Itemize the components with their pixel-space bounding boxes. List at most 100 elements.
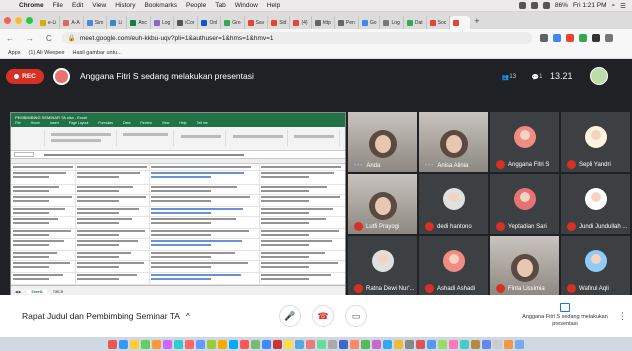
dock-app-icon[interactable] <box>482 339 491 349</box>
dock-app-icon[interactable] <box>174 339 183 349</box>
dock-app-icon[interactable] <box>152 339 161 349</box>
participant-tile[interactable]: ••• Anisa Alinia <box>419 112 488 172</box>
dock-app-icon[interactable] <box>471 339 480 349</box>
menu-help[interactable]: Help <box>267 2 280 9</box>
participant-tile[interactable]: Finta Lissimia <box>490 236 559 296</box>
dock-app-icon[interactable] <box>394 339 403 349</box>
dock-app-icon[interactable] <box>262 339 271 349</box>
browser-tab[interactable]: Pen <box>335 16 359 29</box>
forward-icon[interactable]: → <box>26 34 34 43</box>
dock-app-icon[interactable] <box>416 339 425 349</box>
browser-tab[interactable] <box>450 16 471 29</box>
dock-app-icon[interactable] <box>361 339 370 349</box>
spreadsheet-row[interactable] <box>11 273 345 285</box>
spreadsheet-row[interactable] <box>11 229 345 239</box>
back-icon[interactable]: ← <box>6 34 14 43</box>
browser-tab[interactable]: Onl <box>198 16 222 29</box>
browser-tab[interactable]: http <box>312 16 335 29</box>
menu-people[interactable]: People <box>186 2 206 9</box>
spreadsheet-row[interactable] <box>11 185 345 195</box>
formula-bar[interactable] <box>11 151 345 159</box>
meeting-title[interactable]: Rapat Judul dan Pembimbing Seminar TA ^ <box>22 311 190 321</box>
participant-tile[interactable]: Jundi Jundullah ... <box>561 174 630 234</box>
more-options-icon[interactable]: ⋮ <box>618 311 627 322</box>
menu-history[interactable]: History <box>115 2 135 9</box>
dock-app-icon[interactable] <box>383 339 392 349</box>
url-field[interactable]: 🔒 meet.google.com/euh-kkbu-uqv?pli=1&aut… <box>61 32 532 44</box>
dock-app-icon[interactable] <box>141 339 150 349</box>
spreadsheet-row[interactable] <box>11 239 345 251</box>
extension-icon[interactable] <box>552 34 561 42</box>
spreadsheet-row[interactable] <box>11 251 345 261</box>
sheet-nav-icon[interactable]: ◀ ▶ <box>15 290 21 294</box>
participant-tile[interactable]: Anggana Fitri S <box>490 112 559 172</box>
dock-app-icon[interactable] <box>240 339 249 349</box>
menu-list-icon[interactable]: ☰ <box>620 2 626 10</box>
bookmark-apps[interactable]: Apps <box>8 50 21 56</box>
participant-tile[interactable]: Sepli Yandri <box>561 112 630 172</box>
dock-app-icon[interactable] <box>372 339 381 349</box>
spreadsheet-row[interactable] <box>11 217 345 229</box>
browser-tab[interactable]: Sim <box>84 16 108 29</box>
participants-button[interactable]: 👥 13 <box>500 70 518 84</box>
menu-bookmarks[interactable]: Bookmarks <box>144 2 177 9</box>
chat-button[interactable]: 💬 1 <box>528 70 546 84</box>
dock-app-icon[interactable] <box>317 339 326 349</box>
menu-tab[interactable]: Tab <box>215 2 225 9</box>
chevron-up-icon[interactable]: ^ <box>186 311 190 321</box>
spreadsheet-row[interactable] <box>11 261 345 273</box>
sheet-tab-2[interactable]: TIBCB <box>53 290 63 294</box>
dock-app-icon[interactable] <box>427 339 436 349</box>
browser-tab[interactable]: iCor <box>174 16 199 29</box>
menu-file[interactable]: File <box>53 2 63 9</box>
search-icon[interactable]: ⌕ <box>612 2 616 10</box>
spreadsheet-grid[interactable] <box>11 159 345 293</box>
browser-tab[interactable]: Log <box>380 16 404 29</box>
participant-tile[interactable]: Wafirul Aqli <box>561 236 630 296</box>
spreadsheet-row[interactable] <box>11 195 345 207</box>
browser-tab[interactable]: e-Li <box>37 16 61 29</box>
hangup-button[interactable]: ☎ <box>312 305 334 327</box>
participant-tile[interactable]: Yeptadian Sari <box>490 174 559 234</box>
bookmark-ali[interactable]: (1) Ali Weepee <box>29 50 65 56</box>
reload-icon[interactable]: C <box>46 34 52 43</box>
self-avatar[interactable] <box>590 67 608 85</box>
battery-percent[interactable]: 86% <box>555 2 568 9</box>
status-icon[interactable] <box>530 2 538 9</box>
dock-app-icon[interactable] <box>295 339 304 349</box>
menu-window[interactable]: Window <box>235 2 258 9</box>
dock-app-icon[interactable] <box>504 339 513 349</box>
dock-app-icon[interactable] <box>185 339 194 349</box>
browser-tab[interactable]: Dat <box>404 16 427 29</box>
dock-app-icon[interactable] <box>130 339 139 349</box>
browser-tab[interactable]: Li <box>107 16 128 29</box>
new-tab-button[interactable]: + <box>474 16 479 26</box>
spreadsheet-row[interactable] <box>11 171 345 185</box>
minimize-window-icon[interactable] <box>15 17 22 24</box>
close-window-icon[interactable] <box>4 17 11 24</box>
dock-app-icon[interactable] <box>339 339 348 349</box>
participant-tile[interactable]: Ashadi Ashadi <box>419 236 488 296</box>
browser-tab[interactable]: A-A <box>60 16 84 29</box>
status-icon[interactable] <box>518 2 526 9</box>
dock-app-icon[interactable] <box>306 339 315 349</box>
dock-app-icon[interactable] <box>229 339 238 349</box>
participant-tile[interactable]: Lutfi Prayogi <box>348 174 417 234</box>
participant-tile[interactable]: ••• Anda <box>348 112 417 172</box>
dock-app-icon[interactable] <box>163 339 172 349</box>
browser-tab[interactable]: Go <box>359 16 381 29</box>
star-icon[interactable] <box>539 34 548 42</box>
participant-tile[interactable]: dedi hantono <box>419 174 488 234</box>
browser-tab[interactable]: Anc <box>127 16 151 29</box>
dock-app-icon[interactable] <box>405 339 414 349</box>
extension-icon[interactable] <box>578 34 587 42</box>
spreadsheet-row[interactable] <box>11 207 345 217</box>
profile-icon[interactable] <box>591 34 600 42</box>
browser-tab[interactable]: Sav <box>245 16 269 29</box>
browser-tab[interactable]: Gro <box>221 16 245 29</box>
menu-app[interactable]: Chrome <box>19 2 44 9</box>
dock-app-icon[interactable] <box>284 339 293 349</box>
maximize-window-icon[interactable] <box>26 17 33 24</box>
dock-app-icon[interactable] <box>251 339 260 349</box>
clock[interactable]: Fri 1:21 PM <box>573 2 607 9</box>
